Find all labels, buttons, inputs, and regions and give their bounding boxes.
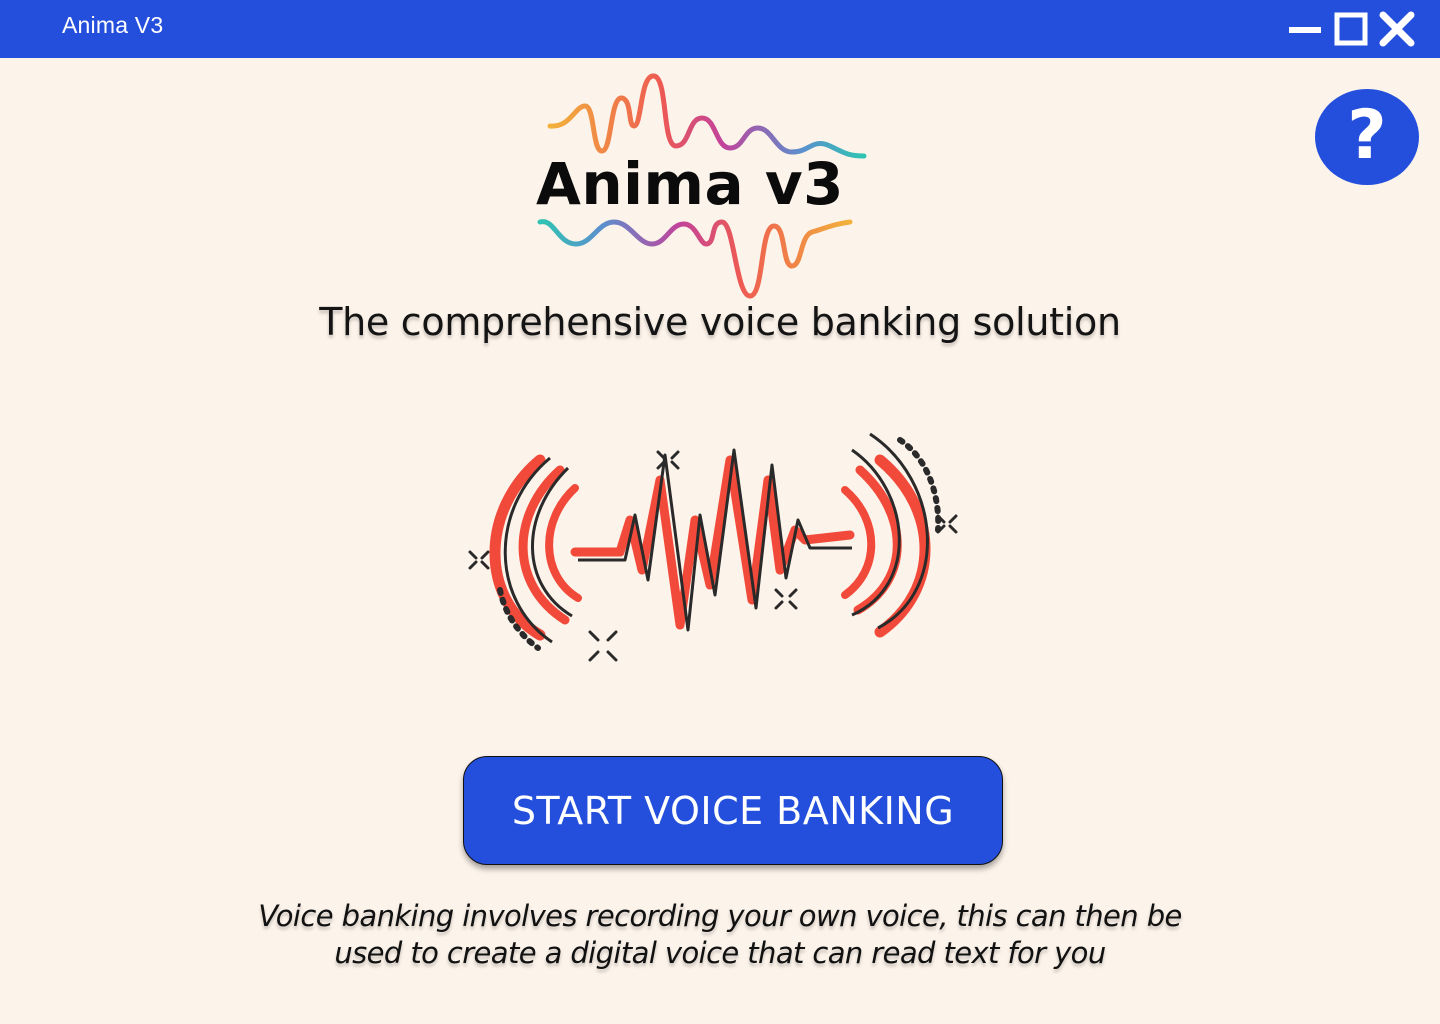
sound-wave-illustration bbox=[468, 432, 958, 662]
description-line-1: Voice banking involves recording your ow… bbox=[258, 899, 1182, 933]
title-bar: Anima V3 bbox=[0, 0, 1440, 58]
tagline: The comprehensive voice banking solution bbox=[319, 300, 1121, 344]
logo-title: Anima v3 bbox=[536, 150, 844, 218]
maximize-icon[interactable] bbox=[1332, 10, 1370, 48]
window-title: Anima V3 bbox=[62, 12, 164, 38]
description-line-2: used to create a digital voice that can … bbox=[334, 936, 1106, 970]
start-voice-banking-button[interactable]: START VOICE BANKING bbox=[463, 756, 1003, 865]
minimize-icon[interactable] bbox=[1286, 10, 1324, 48]
description: Voice banking involves recording your ow… bbox=[180, 898, 1260, 972]
close-icon[interactable] bbox=[1378, 10, 1416, 48]
